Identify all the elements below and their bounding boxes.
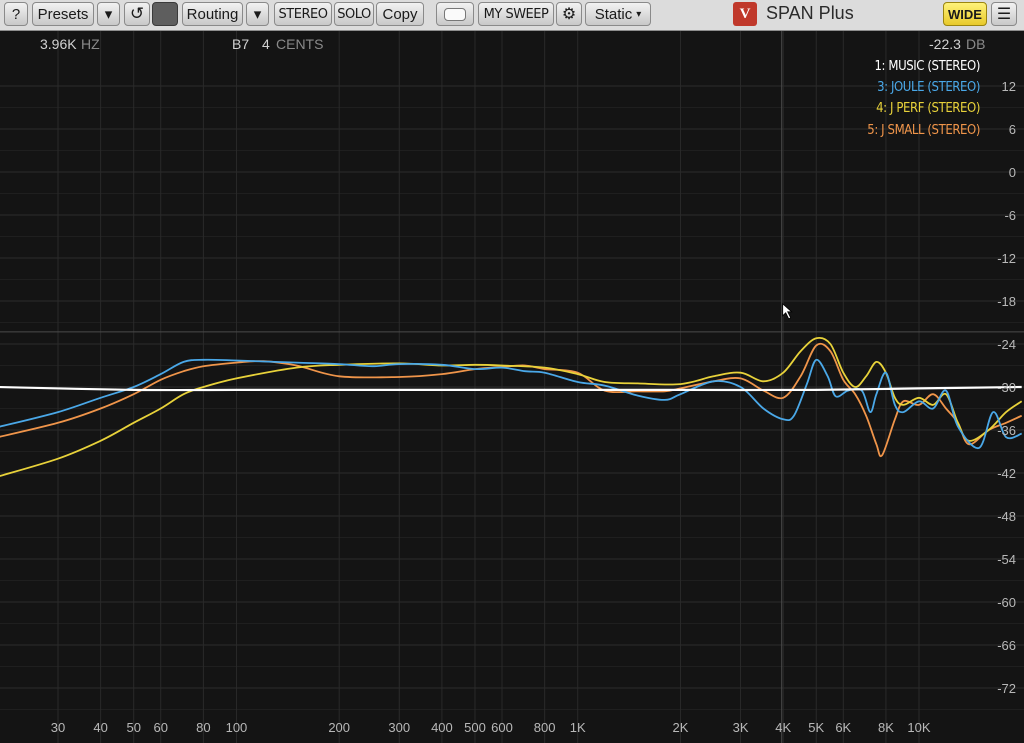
voxengo-logo: V bbox=[733, 2, 757, 26]
mouse-pointer-arrow bbox=[782, 302, 793, 320]
readout-cents: 4 bbox=[262, 36, 270, 52]
chevron-down-icon: ▾ bbox=[253, 6, 262, 23]
freeze-toggle[interactable] bbox=[152, 2, 178, 26]
help-button[interactable]: ? bbox=[4, 2, 28, 26]
legend-item-j-perf[interactable]: 4: J PERF (STEREO) bbox=[876, 101, 980, 116]
readout-frequency: 3.96K bbox=[40, 36, 77, 52]
chevron-down-icon: ▾ bbox=[636, 8, 642, 20]
copy-button[interactable]: Copy bbox=[376, 2, 424, 26]
x-tick-label: 60 bbox=[154, 720, 168, 735]
readout-level-unit: DB bbox=[966, 36, 986, 52]
x-tick-label: 400 bbox=[431, 720, 453, 735]
y-tick-label: 12 bbox=[1002, 79, 1016, 94]
x-tick-label: 800 bbox=[534, 720, 556, 735]
spectrum-curves bbox=[0, 336, 1023, 477]
stereo-button[interactable]: STEREO bbox=[274, 2, 332, 26]
x-tick-label: 4K bbox=[775, 720, 791, 735]
x-tick-label: 50 bbox=[126, 720, 140, 735]
y-tick-label: -30 bbox=[997, 380, 1016, 395]
y-tick-label: -18 bbox=[997, 294, 1016, 309]
wide-button[interactable]: WIDE bbox=[943, 2, 987, 26]
x-tick-label: 300 bbox=[388, 720, 410, 735]
y-tick-label: -72 bbox=[997, 681, 1016, 696]
presets-button[interactable]: Presets bbox=[32, 2, 94, 26]
solo-button[interactable]: SOLO bbox=[334, 2, 374, 26]
display-toggle-button[interactable] bbox=[436, 2, 474, 26]
x-tick-label: 10K bbox=[907, 720, 930, 735]
y-tick-label: 6 bbox=[1009, 122, 1016, 137]
x-tick-label: 500 bbox=[464, 720, 486, 735]
x-tick-label: 1K bbox=[570, 720, 586, 735]
routing-button[interactable]: Routing bbox=[182, 2, 243, 26]
x-tick-label: 600 bbox=[491, 720, 513, 735]
y-tick-label: -24 bbox=[997, 337, 1016, 352]
readout-level: -22.3 bbox=[929, 36, 961, 52]
readout-cents-unit: CENTS bbox=[276, 36, 324, 52]
plugin-title: SPAN Plus bbox=[766, 3, 854, 23]
reset-icon: ↺ bbox=[129, 4, 145, 23]
settings-button[interactable]: ⚙ bbox=[556, 2, 582, 26]
gear-icon: ⚙ bbox=[561, 6, 577, 23]
x-tick-label: 2K bbox=[673, 720, 689, 735]
x-tick-label: 200 bbox=[328, 720, 350, 735]
reset-button[interactable]: ↺ bbox=[124, 2, 150, 26]
x-tick-label: 40 bbox=[93, 720, 107, 735]
y-tick-label: -66 bbox=[997, 638, 1016, 653]
mouse-pointer bbox=[782, 302, 793, 320]
presets-dropdown-arrow[interactable]: ▾ bbox=[97, 2, 120, 26]
x-tick-label: 3K bbox=[733, 720, 749, 735]
x-tick-label: 80 bbox=[196, 720, 210, 735]
legend-item-j-small[interactable]: 5: J SMALL (STEREO) bbox=[867, 123, 980, 138]
mode-dropdown[interactable]: Static ▾ bbox=[585, 2, 651, 26]
y-tick-label: 0 bbox=[1009, 165, 1016, 180]
x-axis-labels: 30 40 50 60 80 100 200 300 400 500 600 800 1K 2K 3K 4K 5… bbox=[51, 720, 931, 735]
x-tick-label: 5K bbox=[808, 720, 824, 735]
y-tick-label: -6 bbox=[1004, 208, 1016, 223]
toolbar: ? Presets ▾ ↺ Routing ▾ STEREO SOLO Copy… bbox=[0, 0, 1024, 31]
y-tick-label: -54 bbox=[997, 552, 1016, 567]
x-tick-label: 30 bbox=[51, 720, 65, 735]
main-menu-button[interactable]: ☰ bbox=[991, 2, 1017, 26]
cursor-readout: 3.96K HZ B7 4 CENTS -22.3 DB bbox=[0, 31, 1024, 55]
legend-item-joule[interactable]: 3: JOULE (STEREO) bbox=[877, 80, 980, 95]
legend-item-music[interactable]: 1: MUSIC (STEREO) bbox=[874, 59, 980, 74]
y-tick-label: -48 bbox=[997, 509, 1016, 524]
y-tick-label: -60 bbox=[997, 595, 1016, 610]
readout-note: B7 bbox=[232, 36, 250, 52]
x-tick-label: 6K bbox=[835, 720, 851, 735]
my-sweep-button[interactable]: MY SWEEP bbox=[478, 2, 554, 26]
readout-frequency-unit: HZ bbox=[81, 36, 100, 52]
y-tick-label: -42 bbox=[997, 466, 1016, 481]
mode-label: Static bbox=[594, 5, 633, 23]
y-tick-label: -12 bbox=[997, 251, 1016, 266]
routing-dropdown-arrow[interactable]: ▾ bbox=[246, 2, 269, 26]
hamburger-menu-icon: ☰ bbox=[996, 6, 1012, 23]
y-tick-label: -36 bbox=[997, 423, 1016, 438]
chevron-down-icon: ▾ bbox=[104, 6, 113, 23]
series-line bbox=[0, 342, 1023, 458]
toggle-icon bbox=[444, 7, 466, 21]
span-plus-window: ? Presets ▾ ↺ Routing ▾ STEREO SOLO Copy… bbox=[0, 0, 1024, 743]
x-tick-label: 8K bbox=[878, 720, 894, 735]
x-tick-label: 100 bbox=[226, 720, 248, 735]
